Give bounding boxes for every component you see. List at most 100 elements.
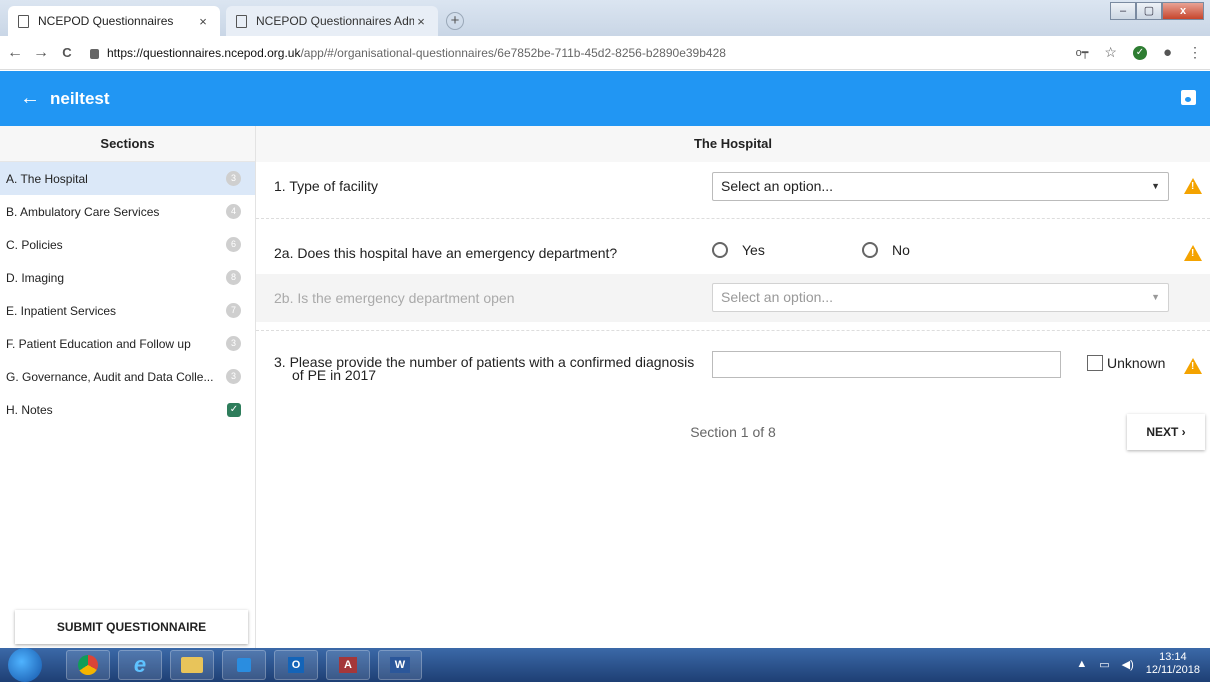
close-window-button[interactable]: x: [1162, 2, 1204, 20]
lock-icon: [90, 48, 99, 59]
section-label: F. Patient Education and Follow up: [6, 336, 191, 351]
close-tab-icon[interactable]: ×: [196, 14, 210, 29]
section-label: G. Governance, Audit and Data Colle...: [6, 369, 214, 384]
bookmark-star-icon[interactable]: ☆: [1104, 44, 1117, 61]
section-item-h[interactable]: H. Notes ✓: [0, 393, 255, 426]
os-taskbar: e O A W ▲ ▭ ◀) 13:14 12/11/2018: [0, 648, 1210, 682]
extension-check-icon[interactable]: ✓: [1132, 45, 1147, 60]
network-icon[interactable]: ▭: [1099, 658, 1109, 671]
reload-button[interactable]: C: [56, 45, 78, 60]
new-tab-button[interactable]: +: [446, 12, 464, 30]
sections-heading: Sections: [0, 126, 255, 162]
section-item-f[interactable]: F. Patient Education and Follow up 3: [0, 327, 255, 360]
close-tab-icon[interactable]: ×: [414, 14, 428, 29]
browser-menu-icon[interactable]: ⋮: [1188, 44, 1202, 61]
word-icon[interactable]: W: [378, 650, 422, 680]
access-icon[interactable]: A: [326, 650, 370, 680]
section-count-badge: 3: [226, 336, 241, 351]
internet-explorer-icon[interactable]: e: [118, 650, 162, 680]
facility-type-select[interactable]: Select an option... ▼: [712, 172, 1169, 201]
radio-circle[interactable]: [862, 242, 878, 258]
save-icon[interactable]: [1181, 90, 1196, 105]
section-item-a[interactable]: A. The Hospital 3: [0, 162, 255, 195]
section-label: C. Policies: [6, 237, 63, 252]
back-arrow-icon[interactable]: ←: [20, 87, 42, 110]
radio-no[interactable]: No: [862, 242, 910, 258]
section-label: E. Inpatient Services: [6, 303, 117, 318]
volume-icon[interactable]: ◀): [1122, 658, 1134, 671]
section-label: H. Notes: [6, 402, 53, 417]
clock-date: 12/11/2018: [1145, 664, 1200, 676]
patient-count-input[interactable]: [712, 351, 1061, 378]
url-path: /app/#/organisational-questionnaires/6e7…: [300, 45, 726, 60]
clock[interactable]: 13:14 12/11/2018: [1146, 651, 1200, 677]
radio-label: Yes: [742, 242, 765, 258]
questionnaire-title: neiltest: [50, 88, 110, 108]
section-label: D. Imaging: [6, 270, 65, 285]
browser-tab-admin[interactable]: NCEPOD Questionnaires Admin ×: [226, 6, 438, 36]
radio-circle[interactable]: [712, 242, 728, 258]
section-item-d[interactable]: D. Imaging 8: [0, 261, 255, 294]
question-2b: 2b. Is the emergency department open Sel…: [256, 274, 1210, 322]
section-count-badge: 6: [226, 237, 241, 252]
file-explorer-icon[interactable]: [170, 650, 214, 680]
section-item-c[interactable]: C. Policies 6: [0, 228, 255, 261]
radio-yes[interactable]: Yes: [712, 242, 765, 258]
question-text: 3. Please provide the number of patients…: [274, 355, 704, 383]
sections-sidebar: Sections A. The Hospital 3 B. Ambulatory…: [0, 126, 256, 648]
warning-icon: !: [1184, 245, 1202, 261]
url-host: https://questionnaires.ncepod.org.uk: [107, 45, 301, 60]
media-player-icon[interactable]: [222, 650, 266, 680]
section-item-g[interactable]: G. Governance, Audit and Data Colle... 3: [0, 360, 255, 393]
document-icon: [236, 14, 247, 28]
warning-icon: !: [1184, 178, 1202, 194]
select-value: Select an option...: [721, 178, 834, 194]
warning-icon: !: [1184, 358, 1202, 374]
clock-time: 13:14: [1159, 651, 1187, 663]
forward-button[interactable]: →: [30, 44, 52, 62]
browser-tab-bar: NCEPOD Questionnaires × NCEPOD Questionn…: [0, 0, 1210, 36]
maximize-button[interactable]: ▢: [1136, 2, 1162, 20]
document-icon: [18, 14, 29, 28]
tab-title: NCEPOD Questionnaires: [38, 14, 174, 28]
ed-open-select[interactable]: Select an option... ▼: [712, 283, 1169, 312]
chrome-icon[interactable]: [66, 650, 110, 680]
section-count-badge: 3: [226, 171, 241, 186]
key-icon[interactable]: o┯: [1076, 46, 1089, 59]
outlook-icon[interactable]: O: [274, 650, 318, 680]
dropdown-arrow-icon: ▼: [1151, 292, 1160, 302]
section-count-badge: 8: [226, 270, 241, 285]
divider: [256, 218, 1210, 219]
url-field[interactable]: https://questionnaires.ncepod.org.uk/app…: [90, 46, 726, 60]
tray-expand-icon[interactable]: ▲: [1076, 658, 1087, 670]
question-3: 3. Please provide the number of patients…: [256, 342, 1210, 402]
checkbox-label: Unknown: [1107, 355, 1166, 371]
section-item-e[interactable]: E. Inpatient Services 7: [0, 294, 255, 327]
back-button[interactable]: ←: [4, 44, 26, 62]
divider: [256, 330, 1210, 331]
submit-questionnaire-button[interactable]: SUBMIT QUESTIONNAIRE: [15, 610, 248, 644]
checkbox-box[interactable]: [1087, 355, 1103, 371]
minimize-button[interactable]: –: [1110, 2, 1136, 20]
section-item-b[interactable]: B. Ambulatory Care Services 4: [0, 195, 255, 228]
browser-actions: o┯ ☆ ✓ ● ⋮: [1076, 44, 1202, 61]
profile-icon[interactable]: ●: [1163, 44, 1172, 61]
section-label: B. Ambulatory Care Services: [6, 204, 160, 219]
section-count-badge: 4: [226, 204, 241, 219]
next-button[interactable]: NEXT ›: [1127, 414, 1205, 450]
start-button[interactable]: [8, 648, 42, 682]
questionnaire-main: The Hospital 1. Type of facility Select …: [256, 126, 1210, 648]
section-title: The Hospital: [256, 126, 1210, 162]
window-controls: – ▢ x: [1110, 2, 1204, 20]
unknown-checkbox[interactable]: Unknown: [1087, 355, 1165, 371]
question-text-line: of PE in 2017: [292, 367, 377, 383]
radio-label: No: [892, 242, 910, 258]
question-2a: 2a. Does this hospital have an emergency…: [256, 234, 1210, 274]
tab-title: NCEPOD Questionnaires Admin: [256, 14, 414, 28]
browser-tab-questionnaires[interactable]: NCEPOD Questionnaires ×: [8, 6, 220, 36]
section-count-badge: 3: [226, 369, 241, 384]
question-text: 1. Type of facility: [274, 178, 379, 194]
section-pager: Section 1 of 8: [690, 424, 776, 440]
section-label: A. The Hospital: [6, 171, 88, 186]
question-text: 2b. Is the emergency department open: [274, 290, 515, 306]
